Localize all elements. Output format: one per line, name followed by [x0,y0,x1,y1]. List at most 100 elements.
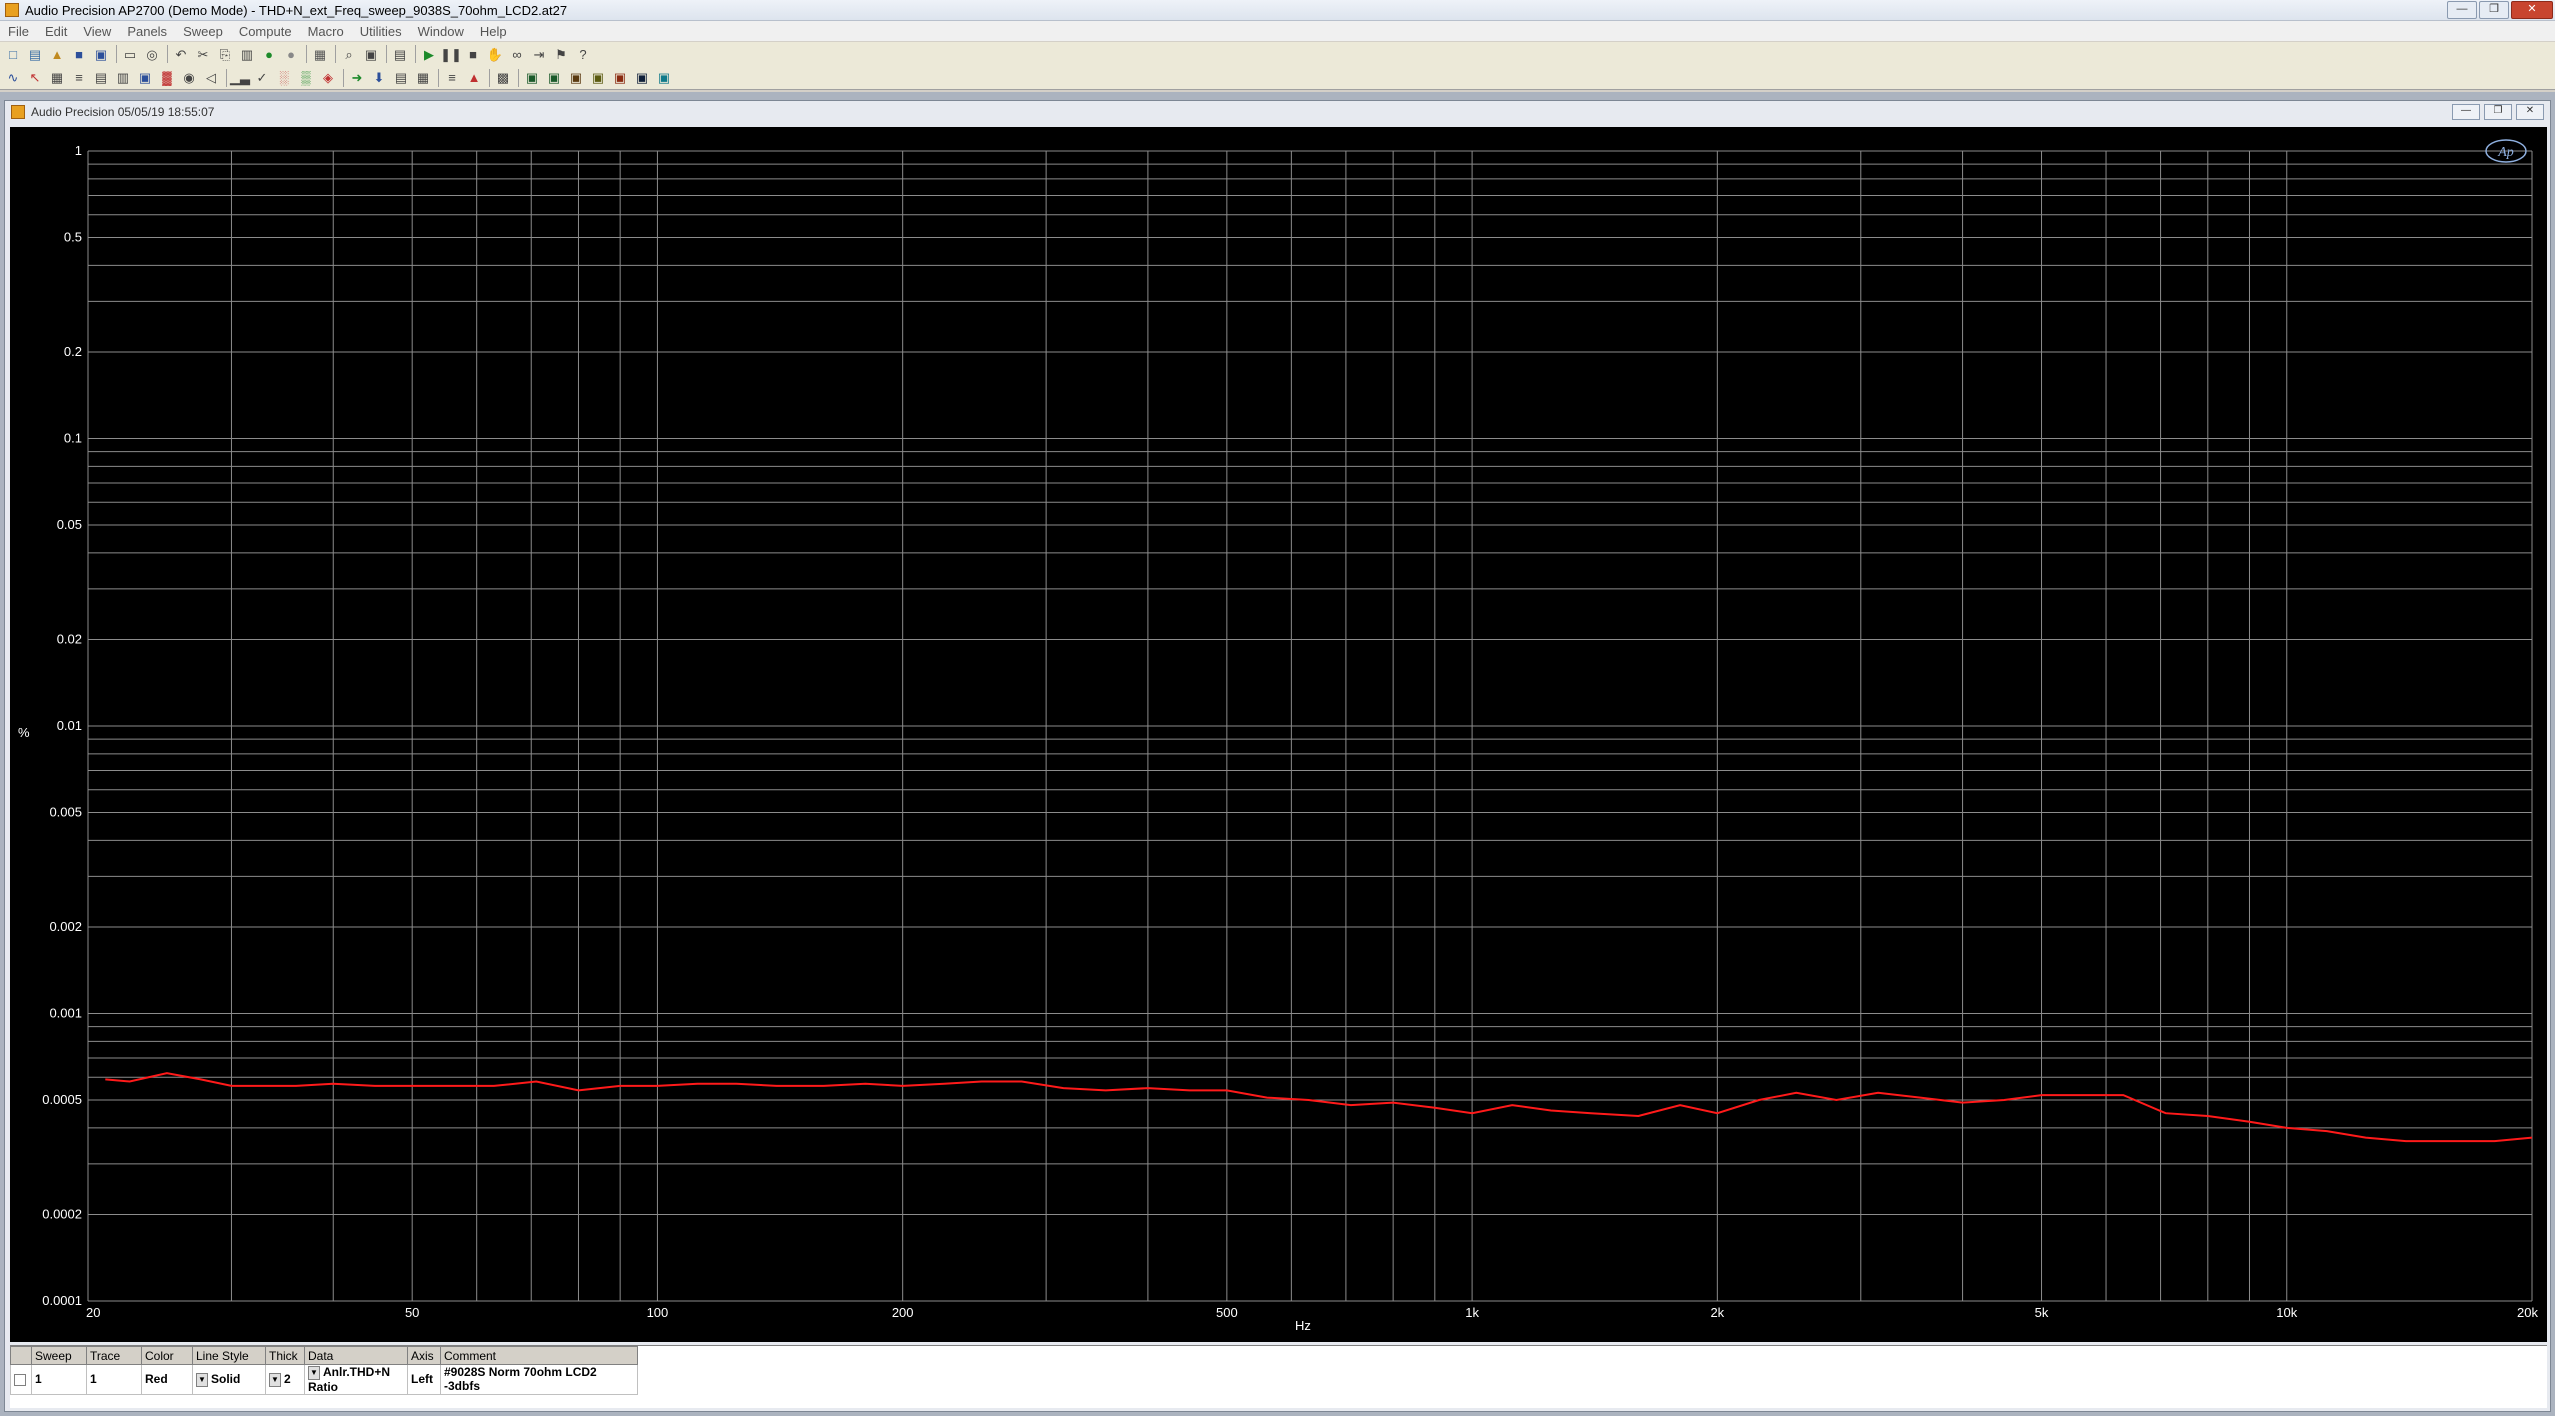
cut-button[interactable]: ✂ [194,45,212,63]
chart-button[interactable]: ▤ [392,69,410,87]
row-check-icon[interactable] [14,1374,26,1387]
sweep-table-button[interactable]: ≡ [443,69,461,87]
print-preview-button[interactable]: ◎ [143,45,161,63]
open-settings-button[interactable]: ▤ [26,45,44,63]
switcher-button[interactable]: ▓ [158,69,176,87]
toolbar-separator [386,45,387,63]
restore-button[interactable]: ❐ [2479,1,2509,19]
pause-button[interactable]: ❚❚ [440,45,462,63]
filter-button[interactable]: ▥ [114,69,132,87]
table-button[interactable]: ▦ [414,69,432,87]
display-4-button[interactable]: ▣ [589,69,607,87]
menu-compute[interactable]: Compute [231,24,300,39]
meter-button[interactable]: ▣ [136,69,154,87]
col-sweep[interactable]: Sweep [31,1346,87,1365]
print-button[interactable]: ▭ [121,45,139,63]
undo-button[interactable]: ↶ [172,45,190,63]
cursor-button[interactable]: ↖ [26,69,44,87]
limits-button[interactable]: ▒ [297,69,315,87]
minimize-button[interactable]: — [2447,1,2477,19]
menu-macro[interactable]: Macro [300,24,352,39]
graph-close-button[interactable]: ✕ [2516,104,2544,120]
help-button[interactable]: ? [574,45,592,63]
new-button[interactable]: □ [4,45,22,63]
y-tick-label: 0.005 [49,805,82,820]
cell-data[interactable]: ▼ Anlr.THD+N Ratio [304,1364,408,1395]
binoculars-button[interactable]: ∞ [508,45,526,63]
display-2-icon: ▣ [547,70,561,85]
menu-edit[interactable]: Edit [37,24,75,39]
menu-file[interactable]: File [0,24,37,39]
step-button[interactable]: ⇥ [530,45,548,63]
display-5-button[interactable]: ▣ [611,69,629,87]
graph-minimize-button[interactable]: — [2452,104,2480,120]
switcher-icon: ▓ [162,70,172,85]
paste-button[interactable]: ▥ [238,45,256,63]
spectrum-button[interactable]: ▩ [494,69,512,87]
settings-button[interactable]: ▤ [391,45,409,63]
cell-trace[interactable]: 1 [86,1364,142,1395]
display-7-button[interactable]: ▣ [655,69,673,87]
col-trace[interactable]: Trace [86,1346,142,1365]
display-2-button[interactable]: ▣ [545,69,563,87]
col-line-style[interactable]: Line Style [192,1346,266,1365]
analyzer-button[interactable]: ≡ [70,69,88,87]
import-button[interactable]: ➜ [348,69,366,87]
table-row[interactable]: 1 1 Red ▼ Solid ▼ 2 ▼ Anlr.THD+N Ratio Left… [10,1364,638,1395]
stop-icon: ■ [469,46,477,62]
cell-comment[interactable]: #9028S Norm 70ohm LCD2 -3dbfs [440,1364,638,1395]
copy-button[interactable]: ⎘ [216,45,234,63]
display-1-button[interactable]: ▣ [523,69,541,87]
col-color[interactable]: Color [141,1346,193,1365]
col-comment[interactable]: Comment [440,1346,638,1365]
dsp-button[interactable]: ◉ [180,69,198,87]
hand-button[interactable]: ✋ [486,45,504,63]
generator-button[interactable]: ▤ [92,69,110,87]
cell-color[interactable]: Red [141,1364,193,1395]
trigger-button[interactable]: ▲ [465,69,483,87]
stop-button[interactable]: ■ [464,45,482,63]
menu-utilities[interactable]: Utilities [352,24,410,39]
save-all-button[interactable]: ▣ [92,45,110,63]
cell-sweep[interactable]: 1 [31,1364,87,1395]
window-button[interactable]: ▣ [362,45,380,63]
cell-thick[interactable]: ▼ 2 [265,1364,305,1395]
chevron-down-icon[interactable]: ▼ [308,1365,320,1380]
regulate-button[interactable]: ◈ [319,69,337,87]
display-6-button[interactable]: ▣ [633,69,651,87]
display-3-button[interactable]: ▣ [567,69,585,87]
menu-sweep[interactable]: Sweep [175,24,231,39]
toolbar-separator [306,45,307,63]
menu-panels[interactable]: Panels [119,24,175,39]
graph-button[interactable]: ∿ [4,69,22,87]
play-button[interactable]: ▶ [420,45,438,63]
scale-button[interactable]: ▦ [48,69,66,87]
graph-restore-button[interactable]: ❐ [2484,104,2512,120]
generator-on-button[interactable]: ● [260,45,278,63]
col-data[interactable]: Data [304,1346,408,1365]
chevron-down-icon[interactable]: ▼ [269,1372,281,1387]
bar-button[interactable]: ▁▃ [230,69,250,87]
panel-button[interactable]: ▦ [311,45,329,63]
open-button[interactable]: ▲ [48,45,66,63]
plot-area[interactable]: 1 0.5 0.2 0.1 0.05 0.02 0.01 0.005 0.002 0.001 0.0… [10,127,2547,1342]
cell-axis[interactable]: Left [407,1364,441,1395]
check-button[interactable]: ✓ [253,69,271,87]
generator-off-button[interactable]: ● [282,45,300,63]
download-button[interactable]: ⬇ [370,69,388,87]
find-button[interactable]: ⌕ [340,45,358,63]
mdi-workspace: Audio Precision 05/05/19 18:55:07 — ❐ ✕ … [0,92,2555,1416]
chevron-down-icon[interactable]: ▼ [196,1372,208,1387]
cell-line-style[interactable]: ▼ Solid [192,1364,266,1395]
fft-button[interactable]: ░ [275,69,293,87]
col-axis[interactable]: Axis [407,1346,441,1365]
speaker-button[interactable]: ◁ [202,69,220,87]
menu-window[interactable]: Window [410,24,472,39]
row-selector[interactable] [10,1364,32,1395]
close-button[interactable]: ✕ [2511,1,2553,19]
menu-help[interactable]: Help [472,24,515,39]
save-button[interactable]: ■ [70,45,88,63]
col-thick[interactable]: Thick [265,1346,305,1365]
menu-view[interactable]: View [75,24,119,39]
marker-button[interactable]: ⚑ [552,45,570,63]
